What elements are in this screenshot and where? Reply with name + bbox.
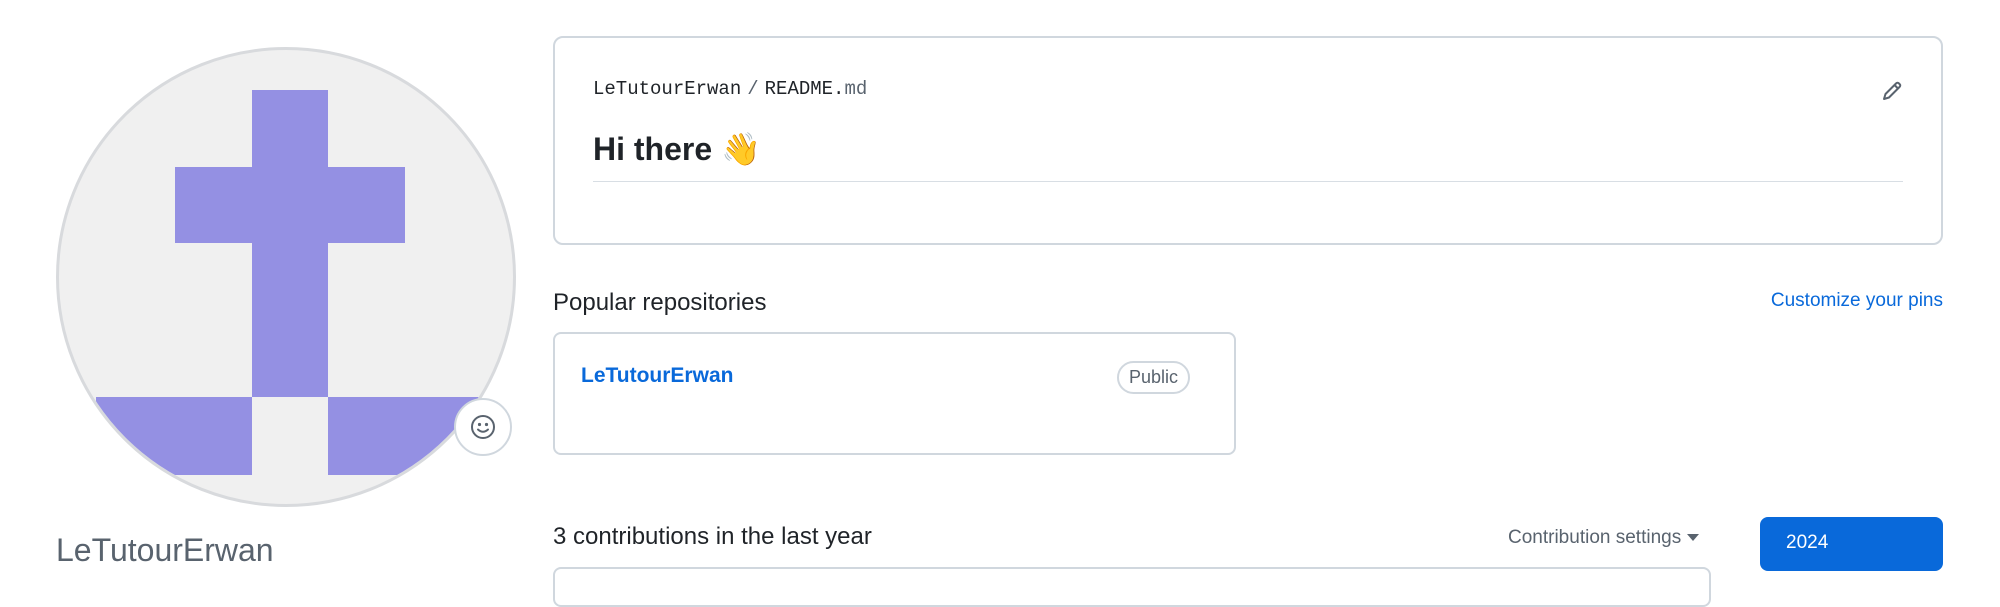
smiley-icon — [471, 415, 495, 439]
readme-file-ext: md — [844, 78, 868, 100]
path-separator: / — [747, 78, 759, 100]
avatar[interactable] — [56, 47, 516, 507]
repo-card: LeTutourErwan Public — [553, 332, 1236, 455]
year-button-2024[interactable]: 2024 — [1760, 517, 1943, 571]
customize-pins-link[interactable]: Customize your pins — [1771, 290, 1943, 312]
readme-path: LeTutourErwan / README.md — [593, 78, 867, 100]
contribution-settings-label: Contribution settings — [1508, 527, 1682, 548]
readme-owner-link[interactable]: LeTutourErwan — [593, 78, 741, 100]
popular-repositories-title: Popular repositories — [553, 289, 767, 316]
readme-heading: Hi there 👋 — [593, 131, 761, 167]
readme-file-link[interactable]: README.md — [765, 78, 868, 100]
identicon-graphic — [96, 90, 484, 475]
readme-file-base: README. — [764, 78, 845, 100]
caret-down-icon — [1687, 534, 1700, 542]
set-status-button[interactable] — [454, 398, 512, 456]
contributions-title: 3 contributions in the last year — [553, 523, 872, 550]
profile-username: LeTutourErwan — [56, 532, 274, 568]
visibility-badge: Public — [1117, 361, 1191, 394]
contribution-settings-dropdown[interactable]: Contribution settings — [1508, 527, 1700, 549]
edit-readme-button[interactable] — [1879, 78, 1905, 104]
contribution-graph-box — [553, 567, 1711, 607]
pencil-icon — [1883, 81, 1902, 100]
readme-box: LeTutourErwan / README.md Hi there 👋 — [553, 36, 1943, 245]
readme-divider — [593, 181, 1903, 182]
avatar-container — [56, 47, 516, 507]
repo-name-link[interactable]: LeTutourErwan — [581, 364, 733, 388]
